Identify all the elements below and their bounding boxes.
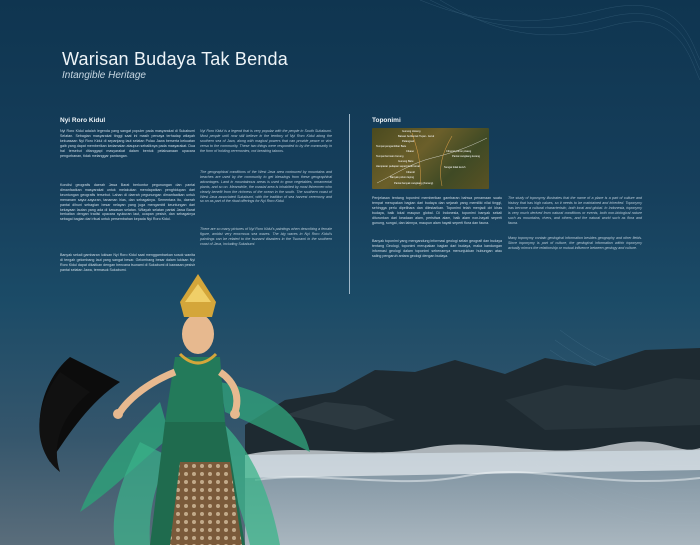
- toponimi-en-paragraph-2: Many toponymy contain geological informa…: [508, 236, 642, 250]
- nyi-roro-kidul-illustration: [39, 274, 310, 545]
- map-label-14: Sungai tidak keruh: [444, 166, 466, 169]
- toponimi-heading: Toponimi: [372, 117, 401, 124]
- map-label-11: Pantai banyak cangkang (Kerang): [394, 182, 434, 185]
- toponimi-en-paragraph-1: The study of toponymy illustrates that t…: [508, 196, 642, 225]
- map-label-10: Banyak pohon laying: [390, 176, 415, 179]
- nyi-roro-kidul-id-paragraph-2: Kondisi geografis daerah Jawa Barat berk…: [60, 183, 195, 222]
- map-label-13: Pantai cangkang kerang: [452, 155, 480, 158]
- map-label-8: Hamparan pedapan seperti kulit tomat: [376, 165, 420, 168]
- map-label-3: Pelangsari: [402, 140, 415, 143]
- exhibit-panel: Warisan Budaya Tak Benda Intangible Heri…: [0, 0, 700, 545]
- nyi-roro-kidul-en-paragraph-1: Nyi Roro Kidul is a legend that is very …: [200, 129, 332, 153]
- page-subtitle: Intangible Heritage: [62, 70, 146, 81]
- map-label-4: Tempat pengambilan Batu: [376, 145, 407, 148]
- map-label-2: Batuan berbentuk Tupai - Jeruk: [398, 135, 435, 138]
- nyi-roro-kidul-en-paragraph-2: The geographical conditions of the West …: [200, 170, 332, 204]
- map-label-6: Tempat bermain burung: [376, 155, 404, 158]
- map-label-1: Gunung Horeng: [402, 130, 421, 133]
- map-label-7: Gunung Batu: [398, 160, 414, 163]
- toponimi-id-paragraph-2: Banyak toponimi yang mengandung informas…: [372, 239, 502, 258]
- nyi-roro-kidul-id-paragraph-1: Nyi Roro Kidul adalah legenda yang sanga…: [60, 129, 195, 158]
- nyi-roro-kidul-en-paragraph-3: There are so many pictures of Nyi Roro K…: [200, 227, 332, 246]
- toponymy-aerial-map: Gunung Horeng Batuan berbentuk Tupai - J…: [372, 128, 489, 189]
- nyi-roro-kidul-heading: Nyi Roro Kidul: [60, 117, 106, 124]
- map-label-5: Cikaso: [406, 150, 414, 153]
- section-divider: [349, 114, 350, 294]
- map-label-9: Ciberuh: [406, 171, 416, 174]
- map-label-12: Cibunut pohon pisang: [446, 150, 472, 153]
- page-title: Warisan Budaya Tak Benda: [62, 49, 288, 69]
- nyi-roro-kidul-id-paragraph-3: Banyak sekali gambaran lukisan Nyi Roro …: [60, 253, 195, 272]
- toponimi-id-paragraph-1: Penjelasan tentang toponimi memberikan g…: [372, 196, 502, 225]
